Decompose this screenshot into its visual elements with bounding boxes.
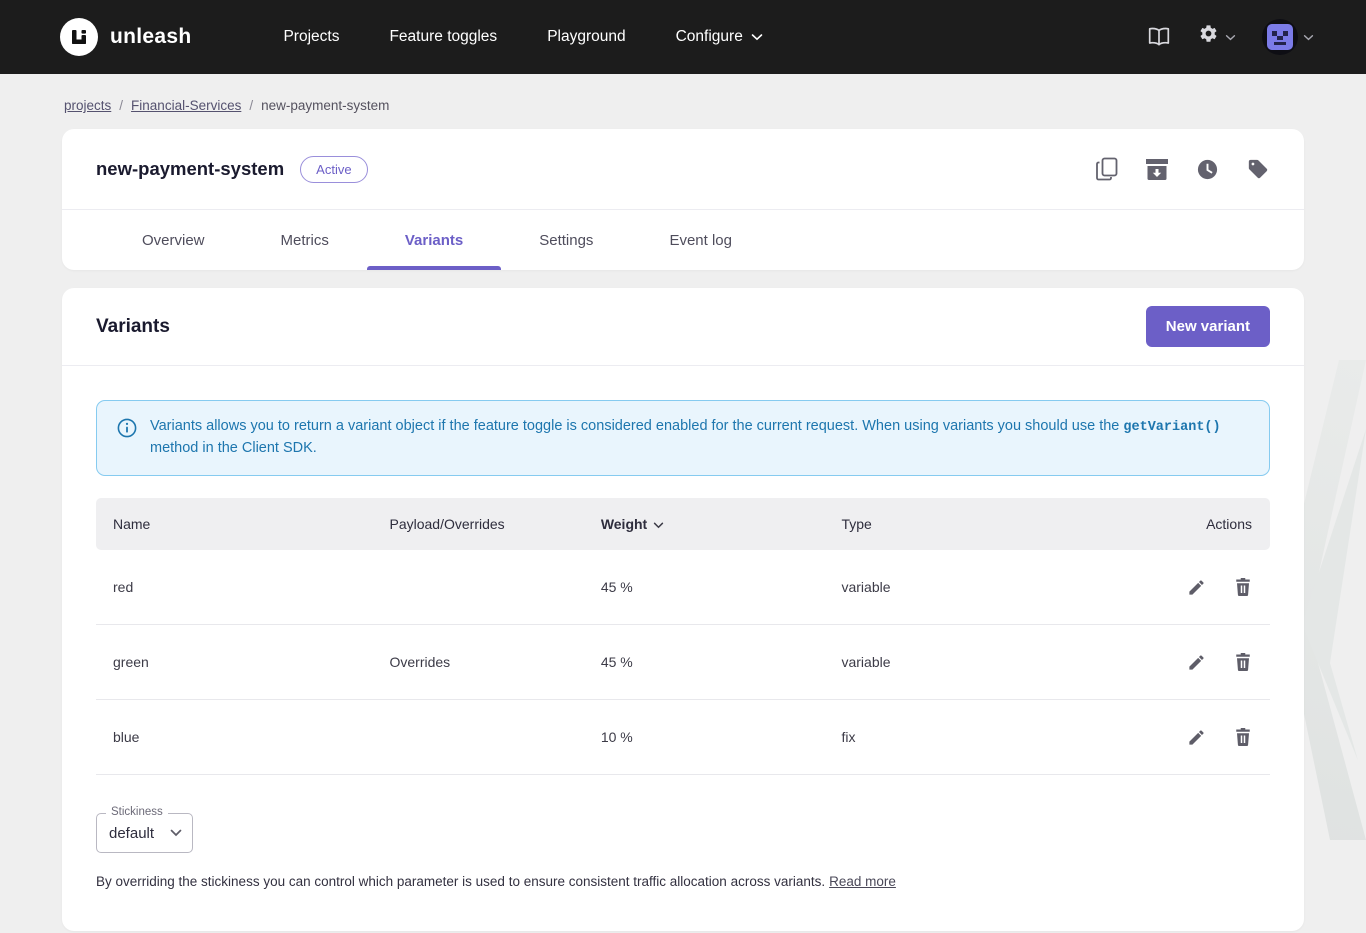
unleash-logo-text: unleash: [110, 25, 191, 49]
sort-chevron-icon: [653, 516, 664, 532]
variant-payload: Overrides: [390, 654, 601, 670]
breadcrumb-project-name[interactable]: Financial-Services: [131, 98, 241, 113]
page-title: new-payment-system: [96, 158, 284, 180]
tab-event-log[interactable]: Event log: [631, 210, 770, 270]
column-header-actions: Actions: [1141, 516, 1270, 532]
variant-weight: 45 %: [601, 579, 842, 595]
chevron-down-icon: [1225, 28, 1236, 46]
delete-variant-icon[interactable]: [1234, 652, 1252, 672]
new-variant-button[interactable]: New variant: [1146, 306, 1270, 347]
column-header-type: Type: [841, 516, 1140, 532]
variants-table: Name Payload/Overrides Weight Type Actio…: [96, 498, 1270, 775]
edit-variant-icon[interactable]: [1187, 727, 1206, 747]
variant-type: variable: [841, 654, 1140, 670]
info-icon: [117, 418, 137, 446]
feature-tabs: Overview Metrics Variants Settings Event…: [62, 209, 1304, 270]
variants-heading: Variants: [96, 316, 170, 338]
stickiness-value: default: [109, 825, 154, 842]
variant-type: variable: [841, 579, 1140, 595]
copy-feature-icon[interactable]: [1096, 157, 1118, 181]
variant-type: fix: [841, 729, 1140, 745]
column-header-name: Name: [96, 516, 390, 532]
delete-variant-icon[interactable]: [1234, 577, 1252, 597]
variant-weight: 10 %: [601, 729, 842, 745]
read-more-link[interactable]: Read more: [829, 874, 896, 889]
variants-card: Variants New variant Variants allows you…: [62, 288, 1304, 931]
avatar: [1262, 19, 1298, 55]
tab-settings[interactable]: Settings: [501, 210, 631, 270]
table-row: green Overrides 45 % variable: [96, 625, 1270, 700]
table-header-row: Name Payload/Overrides Weight Type Actio…: [96, 498, 1270, 550]
chevron-down-icon: [751, 28, 763, 46]
nav-item-configure[interactable]: Configure: [658, 18, 781, 56]
documentation-icon[interactable]: [1147, 26, 1171, 48]
variants-info-alert: Variants allows you to return a variant …: [96, 400, 1270, 476]
variant-name: green: [96, 654, 390, 670]
edit-variant-icon[interactable]: [1187, 577, 1206, 597]
feature-header-card: new-payment-system Active Overview Metri…: [62, 129, 1304, 270]
stickiness-label: Stickiness: [106, 806, 168, 818]
top-navbar: unleash Projects Feature toggles Playgro…: [0, 0, 1366, 74]
breadcrumb: projects / Financial-Services / new-paym…: [62, 74, 1304, 129]
variant-name: red: [96, 579, 390, 595]
status-badge[interactable]: Active: [300, 156, 367, 183]
breadcrumb-projects[interactable]: projects: [64, 98, 111, 113]
tab-metrics[interactable]: Metrics: [243, 210, 367, 270]
column-header-weight[interactable]: Weight: [601, 516, 842, 532]
stickiness-description: By overriding the stickiness you can con…: [96, 874, 1270, 889]
tab-variants[interactable]: Variants: [367, 210, 501, 270]
breadcrumb-current: new-payment-system: [261, 98, 389, 113]
get-variant-code: getVariant(): [1123, 420, 1220, 435]
tab-overview[interactable]: Overview: [104, 210, 243, 270]
gear-icon: [1197, 23, 1220, 51]
column-header-payload: Payload/Overrides: [390, 516, 601, 532]
unleash-logo[interactable]: unleash: [60, 18, 191, 56]
info-text: Variants allows you to return a variant …: [150, 416, 1249, 460]
stickiness-select[interactable]: Stickiness default: [96, 813, 193, 853]
user-menu[interactable]: [1262, 19, 1314, 55]
history-clock-icon[interactable]: [1196, 158, 1219, 181]
unleash-logo-icon: [60, 18, 98, 56]
chevron-down-icon: [170, 824, 182, 842]
primary-nav: Projects Feature toggles Playground Conf…: [265, 18, 780, 56]
edit-variant-icon[interactable]: [1187, 652, 1206, 672]
table-row: red 45 % variable: [96, 550, 1270, 625]
variant-weight: 45 %: [601, 654, 842, 670]
variant-name: blue: [96, 729, 390, 745]
delete-variant-icon[interactable]: [1234, 727, 1252, 747]
settings-menu[interactable]: [1197, 23, 1236, 51]
nav-item-projects[interactable]: Projects: [265, 18, 357, 56]
tag-icon[interactable]: [1246, 158, 1270, 180]
chevron-down-icon: [1303, 28, 1314, 46]
archive-feature-icon[interactable]: [1145, 158, 1169, 180]
table-row: blue 10 % fix: [96, 700, 1270, 775]
nav-item-feature-toggles[interactable]: Feature toggles: [371, 18, 515, 56]
nav-item-playground[interactable]: Playground: [529, 18, 643, 56]
